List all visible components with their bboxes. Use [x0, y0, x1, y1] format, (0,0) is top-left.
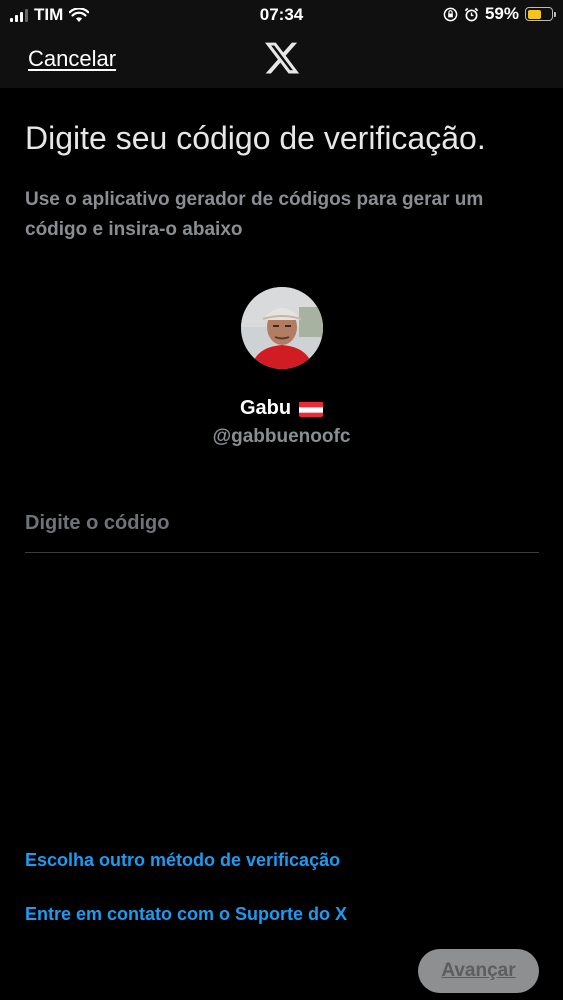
battery-icon	[525, 7, 556, 21]
page-subtitle: Use o aplicativo gerador de códigos para…	[25, 189, 484, 240]
user-name-row: Gabu	[0, 397, 563, 420]
user-handle: @gabbuenoofc	[212, 426, 351, 447]
status-bar: TIM 07:34 59%	[0, 0, 563, 30]
avatar	[241, 287, 323, 369]
code-field	[25, 500, 539, 553]
verification-code-input[interactable]	[25, 500, 539, 546]
next-button[interactable]: Avançar	[418, 949, 539, 993]
contact-support-link[interactable]: Entre em contato com o Suporte do X	[25, 904, 347, 925]
top-bar: Cancelar	[0, 30, 563, 88]
battery-level	[527, 9, 542, 19]
status-right: 59%	[443, 4, 556, 24]
austria-flag-icon	[299, 401, 324, 417]
orientation-lock-icon	[443, 7, 458, 21]
alternate-method-link[interactable]: Escolha outro método de verificação	[25, 850, 340, 871]
page-title: Digite seu código de verificação.	[25, 120, 486, 156]
cancel-button[interactable]: Cancelar	[28, 46, 116, 72]
battery-percent: 59%	[484, 4, 519, 23]
alarm-icon	[464, 7, 479, 21]
x-logo-icon	[264, 42, 300, 74]
user-name: Gabu	[239, 397, 292, 419]
avatar-image	[241, 287, 323, 369]
